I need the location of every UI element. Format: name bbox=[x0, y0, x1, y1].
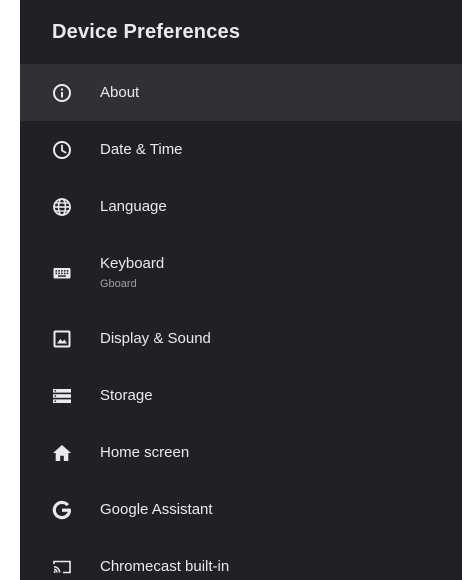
clock-icon bbox=[52, 140, 72, 160]
menu-item-label: Storage bbox=[100, 386, 153, 404]
home-icon bbox=[52, 443, 72, 463]
google-icon bbox=[52, 500, 72, 520]
menu-item-chromecast[interactable]: Chromecast built-in bbox=[20, 538, 462, 580]
display-icon bbox=[52, 329, 72, 349]
info-icon bbox=[52, 83, 72, 103]
menu-item-label: Date & Time bbox=[100, 140, 183, 158]
menu-item-display-sound[interactable]: Display & Sound bbox=[20, 310, 462, 367]
menu-item-date-time[interactable]: Date & Time bbox=[20, 121, 462, 178]
menu-item-storage[interactable]: Storage bbox=[20, 367, 462, 424]
globe-icon bbox=[52, 197, 72, 217]
menu-item-google-assistant[interactable]: Google Assistant bbox=[20, 481, 462, 538]
menu-item-label: Google Assistant bbox=[100, 500, 213, 518]
cast-icon bbox=[52, 557, 72, 577]
menu-item-label: Chromecast built-in bbox=[100, 557, 230, 575]
menu-item-label: Home screen bbox=[100, 443, 190, 461]
menu-item-keyboard[interactable]: Keyboard Gboard bbox=[20, 235, 462, 310]
menu-item-home-screen[interactable]: Home screen bbox=[20, 424, 462, 481]
settings-panel: Device Preferences About Date & Time Lan… bbox=[20, 0, 462, 580]
menu-item-about[interactable]: About bbox=[20, 64, 462, 121]
menu-item-label: Display & Sound bbox=[100, 329, 211, 347]
keyboard-icon bbox=[52, 263, 72, 283]
storage-icon bbox=[52, 386, 72, 406]
panel-header: Device Preferences bbox=[20, 0, 462, 64]
menu-item-summary: Gboard bbox=[100, 277, 137, 290]
page-title: Device Preferences bbox=[52, 20, 241, 43]
menu-item-label: Language bbox=[100, 197, 167, 215]
menu-item-label: About bbox=[100, 83, 140, 101]
menu-item-language[interactable]: Language bbox=[20, 178, 462, 235]
settings-list: About Date & Time Language Keyboard Gboa… bbox=[20, 64, 462, 580]
menu-item-label: Keyboard bbox=[100, 254, 165, 272]
